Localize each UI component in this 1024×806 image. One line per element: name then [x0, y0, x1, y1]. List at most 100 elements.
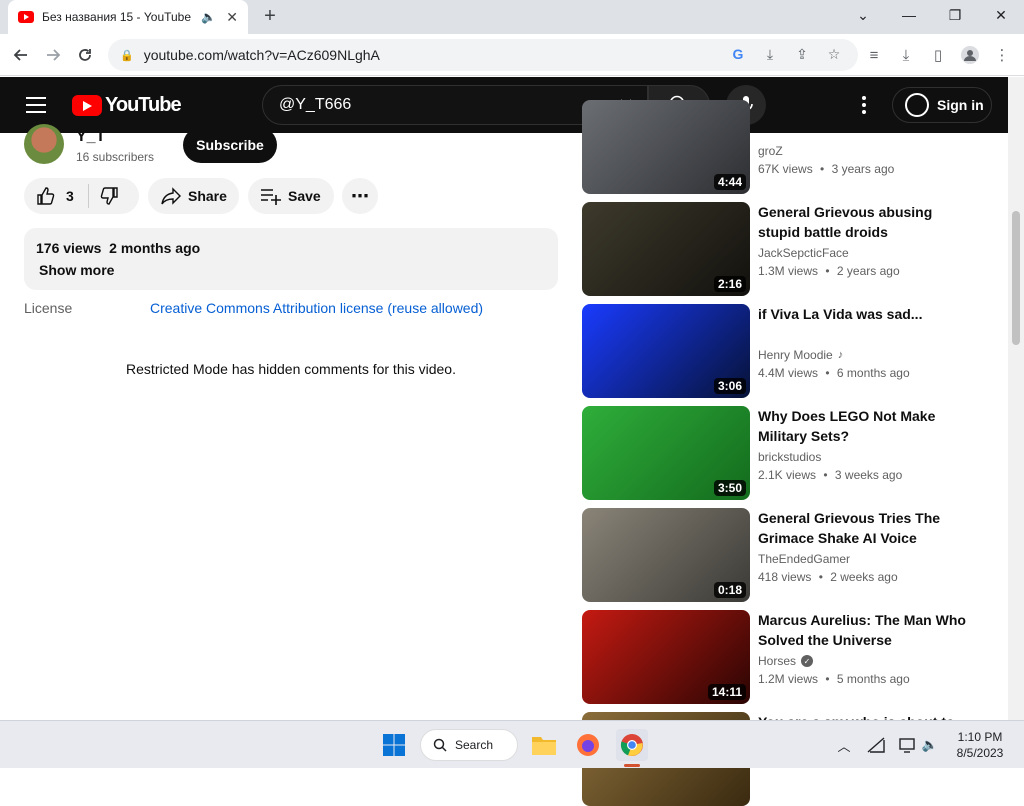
new-tab-button[interactable]: + — [258, 4, 282, 28]
video-age: 3 weeks ago — [834, 468, 903, 482]
media-controls-icon[interactable]: ≡ — [862, 43, 886, 67]
video-thumbnail[interactable]: 3:06 — [582, 304, 750, 398]
video-duration: 3:06 — [713, 378, 746, 394]
restore-button[interactable]: ❐ — [932, 0, 978, 30]
verified-check-icon: ✓ — [801, 655, 814, 667]
save-label: Save — [288, 188, 321, 204]
minimize-button[interactable]: — — [886, 0, 932, 30]
chrome-menu-icon[interactable]: ⋮ — [990, 43, 1014, 67]
like-count: 3 — [66, 188, 74, 204]
meta-separator: • — [815, 570, 827, 584]
recommendation-item[interactable]: 4:44 groZ 67K views • 3 years ago — [582, 100, 982, 194]
hamburger-menu-icon[interactable] — [24, 93, 48, 117]
meta-separator: • — [820, 468, 831, 482]
video-meta: 67K views • 3 years ago — [758, 162, 894, 176]
video-views: 1.3M views — [758, 264, 819, 278]
video-channel-name: brickstudios — [758, 450, 822, 464]
file-explorer-icon[interactable] — [528, 729, 560, 761]
video-thumbnail[interactable]: 4:44 — [582, 100, 750, 194]
active-app-indicator — [624, 764, 640, 767]
tab-search-chevron-icon[interactable]: ⌄ — [840, 0, 886, 30]
recommendation-item[interactable]: 0:18 General Grievous Tries The Grimace S… — [582, 508, 982, 602]
recommendation-item[interactable]: 3:50 Why Does LEGO Not Make Military Sets… — [582, 406, 982, 500]
video-views: 1.2M views — [758, 672, 819, 686]
video-channel-name: Horses — [758, 654, 797, 668]
recommendation-item[interactable]: 3:06 if Viva La Vida was sad... Henry Mood… — [582, 304, 982, 398]
speaker-icon[interactable]: 🔈 — [201, 10, 216, 24]
video-thumbnail[interactable]: 3:50 — [582, 406, 750, 500]
windows-start-icon[interactable] — [378, 729, 410, 761]
lock-icon[interactable]: 🔒 — [120, 49, 134, 62]
video-title[interactable]: General Grievous Tries The Grimace Shake… — [758, 508, 968, 548]
like-button[interactable]: 3 — [24, 186, 74, 206]
window-close-button[interactable]: ✕ — [978, 0, 1024, 30]
google-translate-icon[interactable]: G — [727, 43, 749, 65]
subscribe-button[interactable]: Subscribe — [183, 127, 277, 163]
like-dislike-group: 3 — [24, 178, 139, 214]
back-arrow-icon[interactable] — [6, 40, 36, 70]
video-thumbnail[interactable]: 14:11 — [582, 610, 750, 704]
video-age: 3 years ago — [831, 162, 895, 176]
video-duration: 0:18 — [713, 582, 746, 598]
youtube-play-logo-icon — [72, 94, 102, 116]
channel-avatar[interactable] — [24, 124, 64, 164]
share-label: Share — [188, 188, 227, 204]
video-thumbnail[interactable]: 0:18 — [582, 508, 750, 602]
video-channel-name: TheEndedGamer — [758, 552, 851, 566]
show-more-button[interactable]: Show more — [39, 262, 546, 278]
meta-separator: • — [822, 366, 833, 380]
browser-tab[interactable]: Без названия 15 - YouTube 🔈 ✕ — [8, 0, 248, 34]
forward-arrow-icon[interactable] — [38, 40, 68, 70]
video-channel[interactable]: Henry Moodie ♪ — [758, 348, 843, 362]
video-title[interactable]: Why Does LEGO Not Make Military Sets? — [758, 406, 968, 446]
bookmark-star-icon[interactable]: ☆ — [823, 43, 845, 65]
firefox-icon[interactable] — [572, 729, 604, 761]
browser-toolbar: 🔒 youtube.com/watch?v=ACz609NLghA G ⤓ ⇪ … — [0, 34, 1024, 76]
show-hidden-icons-chevron-icon[interactable]: ︿ — [834, 735, 854, 755]
video-duration: 2:16 — [713, 276, 746, 292]
video-channel[interactable]: JackSepcticFace — [758, 246, 849, 260]
taskbar-search[interactable]: Search — [420, 729, 518, 761]
youtube-logo[interactable]: YouTube — [72, 93, 182, 117]
share-page-icon[interactable]: ⇪ — [791, 43, 813, 65]
save-button[interactable]: Save — [248, 178, 334, 214]
recommendation-item[interactable]: 2:16 General Grievous abusing stupid batt… — [582, 202, 982, 296]
volume-icon[interactable]: 🔈 — [920, 735, 940, 755]
downloads-icon[interactable]: ⤓ — [894, 43, 918, 67]
video-channel[interactable]: Horses ✓ — [758, 654, 814, 668]
video-title[interactable]: Marcus Aurelius: The Man Who Solved the … — [758, 610, 968, 650]
system-clock[interactable]: 1:10 PM 8/5/2023 — [950, 729, 1010, 761]
restricted-comments-message: Restricted Mode has hidden comments for … — [126, 361, 456, 377]
clock-time: 1:10 PM — [957, 730, 1003, 744]
channel-name[interactable]: Y_T — [76, 128, 105, 146]
recommendation-item[interactable]: 14:11 Marcus Aurelius: The Man Who Solved… — [582, 610, 982, 704]
description-box[interactable]: 176 views 2 months ago Show more — [24, 228, 558, 290]
video-age: 6 months ago — [836, 366, 910, 380]
profile-icon[interactable] — [958, 43, 982, 67]
page-scrollbar[interactable] — [1008, 77, 1024, 720]
scrollbar-thumb[interactable] — [1012, 211, 1020, 345]
tab-close-icon[interactable]: ✕ — [226, 9, 238, 26]
display-icon[interactable] — [898, 735, 918, 755]
chrome-taskbar-icon[interactable] — [616, 729, 648, 761]
dislike-button[interactable] — [99, 186, 119, 206]
video-channel[interactable]: TheEndedGamer — [758, 552, 850, 566]
video-title[interactable]: if Viva La Vida was sad... — [758, 304, 968, 324]
share-arrow-icon — [161, 187, 181, 205]
share-button[interactable]: Share — [148, 178, 239, 214]
video-meta: 418 views • 2 weeks ago — [758, 570, 898, 584]
video-channel[interactable]: brickstudios — [758, 450, 821, 464]
taskbar-search-icon — [433, 738, 447, 752]
network-icon[interactable] — [866, 735, 886, 755]
license-link[interactable]: Creative Commons Attribution license (re… — [150, 300, 483, 316]
video-thumbnail[interactable]: 2:16 — [582, 202, 750, 296]
video-title[interactable]: General Grievous abusing stupid battle d… — [758, 202, 968, 242]
more-actions-button[interactable]: ⋯ — [342, 178, 378, 214]
video-duration: 14:11 — [707, 684, 746, 700]
side-panel-icon[interactable]: ▯ — [926, 43, 950, 67]
install-app-icon[interactable]: ⤓ — [759, 43, 781, 65]
subscriber-count: 16 subscribers — [76, 150, 155, 164]
license-label: License — [24, 300, 73, 316]
reload-icon[interactable] — [70, 40, 100, 70]
video-channel[interactable]: groZ — [758, 144, 783, 158]
